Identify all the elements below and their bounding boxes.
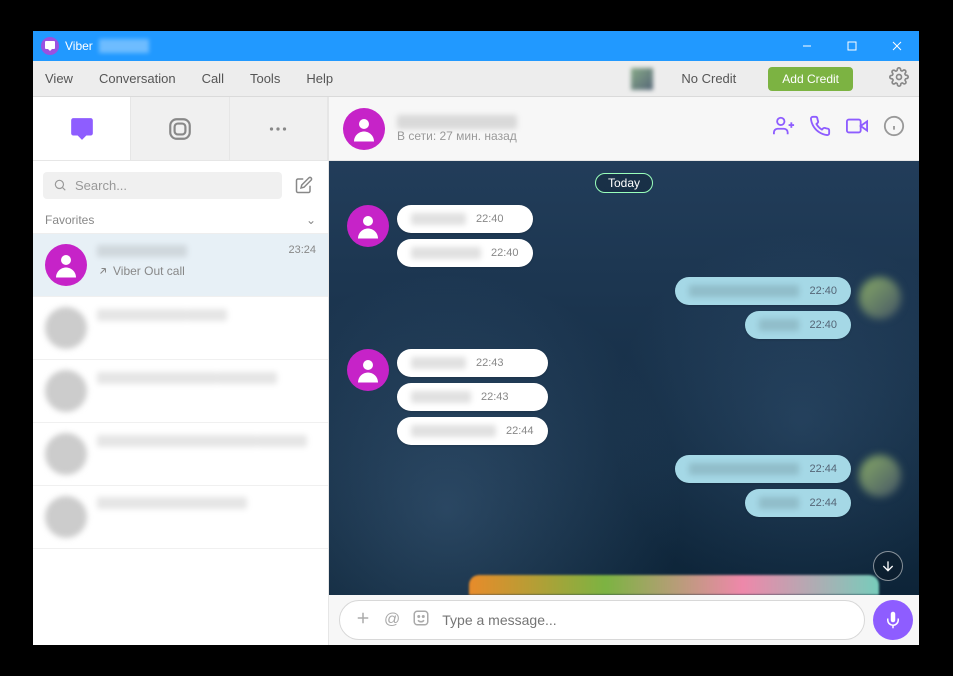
message-avatar xyxy=(859,455,901,497)
conversation-item[interactable]: Viber Out call 23:24 xyxy=(33,234,328,297)
chat-status: В сети: 27 мин. назад xyxy=(397,129,761,143)
avatar xyxy=(45,307,87,349)
menu-tools[interactable]: Tools xyxy=(248,67,282,90)
conversation-item[interactable] xyxy=(33,423,328,486)
conversation-name xyxy=(97,309,187,321)
tab-chats[interactable] xyxy=(33,97,131,160)
message-row-out: 22:44 22:44 xyxy=(347,455,901,517)
info-icon[interactable] xyxy=(883,115,905,142)
message-row-in: 22:40 22:40 xyxy=(347,205,901,267)
compose-button[interactable] xyxy=(290,171,318,199)
search-input[interactable]: Search... xyxy=(43,172,282,199)
app-title: Viber xyxy=(65,39,93,53)
conversation-list: Viber Out call 23:24 xyxy=(33,234,328,645)
conversation-subtitle: Viber Out call xyxy=(97,264,278,278)
sidebar-tabs xyxy=(33,97,328,161)
settings-gear-icon[interactable] xyxy=(889,67,909,90)
message-avatar xyxy=(859,277,901,319)
search-placeholder: Search... xyxy=(75,178,127,193)
day-separator: Today xyxy=(595,173,653,193)
menu-help[interactable]: Help xyxy=(304,67,335,90)
titlebar: Viber xyxy=(33,31,919,61)
message-bubble[interactable]: 22:44 xyxy=(675,455,851,483)
message-bubble[interactable]: 22:44 xyxy=(745,489,851,517)
sticker-icon[interactable] xyxy=(412,609,430,632)
call-arrow-icon xyxy=(97,265,109,277)
message-bubble[interactable]: 22:40 xyxy=(675,277,851,305)
conversation-name xyxy=(97,245,187,257)
message-input[interactable] xyxy=(442,612,850,628)
messages-area: Today 22:40 22:40 22:40 22:40 xyxy=(329,161,919,595)
close-button[interactable] xyxy=(874,31,919,61)
message-bubble[interactable]: 22:40 xyxy=(397,205,533,233)
video-call-icon[interactable] xyxy=(845,115,869,142)
conversation-item[interactable] xyxy=(33,486,328,549)
chat-header: В сети: 27 мин. назад xyxy=(329,97,919,161)
message-bubble[interactable]: 22:44 xyxy=(397,417,548,445)
menu-call[interactable]: Call xyxy=(200,67,226,90)
chat-input-bar: @ xyxy=(329,595,919,645)
chat-avatar[interactable] xyxy=(343,108,385,150)
maximize-button[interactable] xyxy=(829,31,874,61)
title-extra xyxy=(99,39,149,53)
search-icon xyxy=(53,178,67,192)
message-avatar xyxy=(347,349,389,391)
favorites-section[interactable]: Favorites ⌄ xyxy=(33,207,328,234)
chevron-down-icon: ⌄ xyxy=(306,213,316,227)
avatar xyxy=(45,244,87,286)
viber-logo-icon xyxy=(41,37,59,55)
tab-more[interactable] xyxy=(230,97,328,160)
add-credit-button[interactable]: Add Credit xyxy=(768,67,853,91)
conversation-name xyxy=(97,497,247,509)
avatar xyxy=(45,496,87,538)
add-contact-icon[interactable] xyxy=(773,115,795,142)
menubar: View Conversation Call Tools Help No Cre… xyxy=(33,61,919,97)
message-input-pill: @ xyxy=(339,600,865,640)
message-row-in: 22:43 22:43 22:44 xyxy=(347,349,901,445)
credit-status: No Credit xyxy=(681,71,736,86)
message-bubble[interactable]: 22:43 xyxy=(397,349,548,377)
chat-contact-name xyxy=(397,115,517,129)
minimize-button[interactable] xyxy=(784,31,829,61)
message-bubble[interactable]: 22:40 xyxy=(397,239,533,267)
menu-view[interactable]: View xyxy=(43,67,75,90)
voice-message-button[interactable] xyxy=(873,600,913,640)
credit-avatar xyxy=(631,68,653,90)
sidebar: Search... Favorites ⌄ xyxy=(33,97,329,645)
conversation-time: 23:24 xyxy=(288,244,316,286)
avatar xyxy=(45,433,87,475)
chat-panel: В сети: 27 мин. назад Today 22:40 xyxy=(329,97,919,645)
conversation-item[interactable] xyxy=(33,360,328,423)
media-preview[interactable] xyxy=(469,575,879,595)
menu-conversation[interactable]: Conversation xyxy=(97,67,178,90)
app-window: Viber View Conversation Call Tools Help … xyxy=(33,31,919,645)
message-bubble[interactable]: 22:43 xyxy=(397,383,548,411)
scroll-down-button[interactable] xyxy=(873,551,903,581)
message-row-out: 22:40 22:40 xyxy=(347,277,901,339)
conversation-item[interactable] xyxy=(33,297,328,360)
tab-discover[interactable] xyxy=(131,97,229,160)
voice-call-icon[interactable] xyxy=(809,115,831,142)
avatar xyxy=(45,370,87,412)
mention-icon[interactable]: @ xyxy=(384,611,400,629)
message-bubble[interactable]: 22:40 xyxy=(745,311,851,339)
message-avatar xyxy=(347,205,389,247)
conversation-name xyxy=(97,435,257,447)
favorites-label: Favorites xyxy=(45,213,94,227)
conversation-name xyxy=(97,372,217,384)
attach-icon[interactable] xyxy=(354,609,372,632)
